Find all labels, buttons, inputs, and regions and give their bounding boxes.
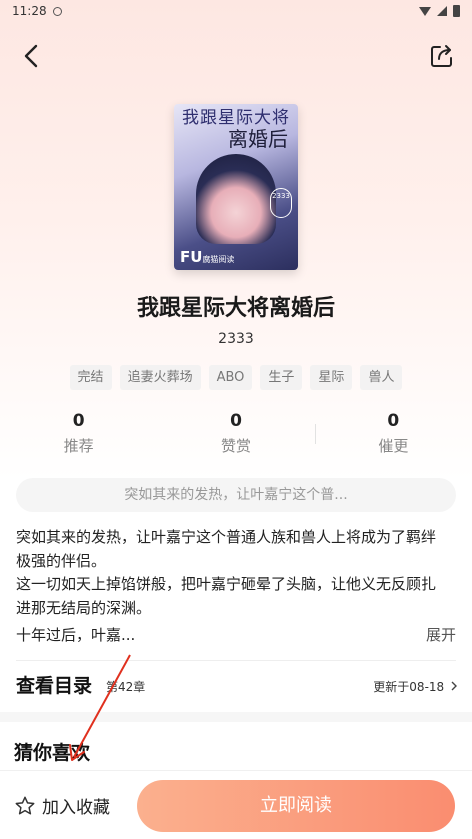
divider	[16, 660, 456, 661]
stat-recommend[interactable]: 0 推荐	[0, 410, 157, 460]
wifi-icon	[419, 6, 431, 16]
book-cover[interactable]: 我跟星际大将 离婚后 2333 FU腐猫阅读	[174, 104, 298, 270]
stat-value: 0	[387, 411, 400, 431]
book-title: 我跟星际大将离婚后	[136, 296, 335, 321]
cover-title-line2: 离婚后	[228, 127, 288, 151]
book-author[interactable]: 2333	[0, 331, 472, 347]
tag[interactable]: 星际	[310, 365, 353, 390]
description-line: 突如其来的发热，让叶嘉宁这个普通人族和兽人上将成为了羁绊	[16, 528, 437, 546]
stat-value: 0	[230, 411, 242, 431]
stats-row: 0 推荐 0 赞赏 0 催更	[0, 410, 472, 460]
toc-title: 查看目录	[16, 675, 93, 697]
expand-button[interactable]: 展开	[426, 623, 456, 647]
description-line: 极强的伴侣。	[16, 551, 107, 570]
intro-summary-bar[interactable]: 突如其来的发热，让叶嘉宁这个普...	[16, 478, 456, 512]
stat-reward[interactable]: 0 赞赏	[157, 410, 314, 460]
book-description: 突如其来的发热，让叶嘉宁这个普通人族和兽人上将成为了羁绊 极强的伴侣。 这一切如…	[16, 526, 458, 620]
star-icon	[15, 796, 35, 815]
bottom-action-bar: 加入收藏 立即阅读	[0, 770, 472, 839]
tag[interactable]: 生子	[260, 365, 303, 390]
stat-label: 催更	[378, 437, 409, 455]
tag[interactable]: 兽人	[360, 365, 403, 390]
description-line: 十年过后，叶嘉...	[16, 626, 136, 644]
cover-illustration	[196, 154, 276, 244]
tag[interactable]: 追妻火葬场	[119, 365, 201, 390]
back-arrow-icon[interactable]	[18, 42, 46, 70]
stat-value: 0	[72, 411, 85, 431]
signal-icon	[437, 6, 447, 16]
stat-urge[interactable]: 0 催更	[314, 410, 472, 460]
tag[interactable]: 完结	[69, 365, 112, 390]
section-gap	[0, 712, 472, 722]
cover-logo: FU腐猫阅读	[180, 248, 235, 266]
description-line: 进那无结局的深渊。	[16, 598, 152, 617]
notification-icon	[52, 6, 62, 16]
tag-list: 完结 追妻火葬场 ABO 生子 星际 兽人	[0, 365, 472, 390]
chevron-right-icon	[451, 681, 457, 691]
recommendations-title: 猜你喜欢	[14, 742, 91, 764]
battery-icon	[453, 5, 460, 17]
stat-label: 赞赏	[220, 437, 251, 455]
table-of-contents-row[interactable]: 查看目录 第42章 更新于08-18	[16, 672, 458, 702]
description-last-line: 十年过后，叶嘉... 展开	[16, 623, 456, 647]
add-to-favorites-button[interactable]: 加入收藏	[14, 793, 110, 818]
stat-label: 推荐	[63, 437, 94, 455]
favorites-label: 加入收藏	[42, 798, 110, 818]
cover-author-badge: 2333	[270, 188, 292, 218]
read-now-button[interactable]: 立即阅读	[137, 780, 455, 832]
update-date: 更新于08-18	[373, 678, 458, 695]
cover-title-line1: 我跟星际大将	[182, 108, 290, 128]
status-bar: 11:28	[0, 0, 472, 22]
divider	[314, 424, 316, 444]
share-icon[interactable]	[428, 42, 456, 70]
tag[interactable]: ABO	[208, 365, 253, 390]
description-line: 这一切如天上掉馅饼般，把叶嘉宁砸晕了头脑，让他义无反顾扎	[16, 575, 437, 593]
chapter-count: 第42章	[106, 680, 146, 694]
status-time: 11:28	[12, 4, 47, 18]
